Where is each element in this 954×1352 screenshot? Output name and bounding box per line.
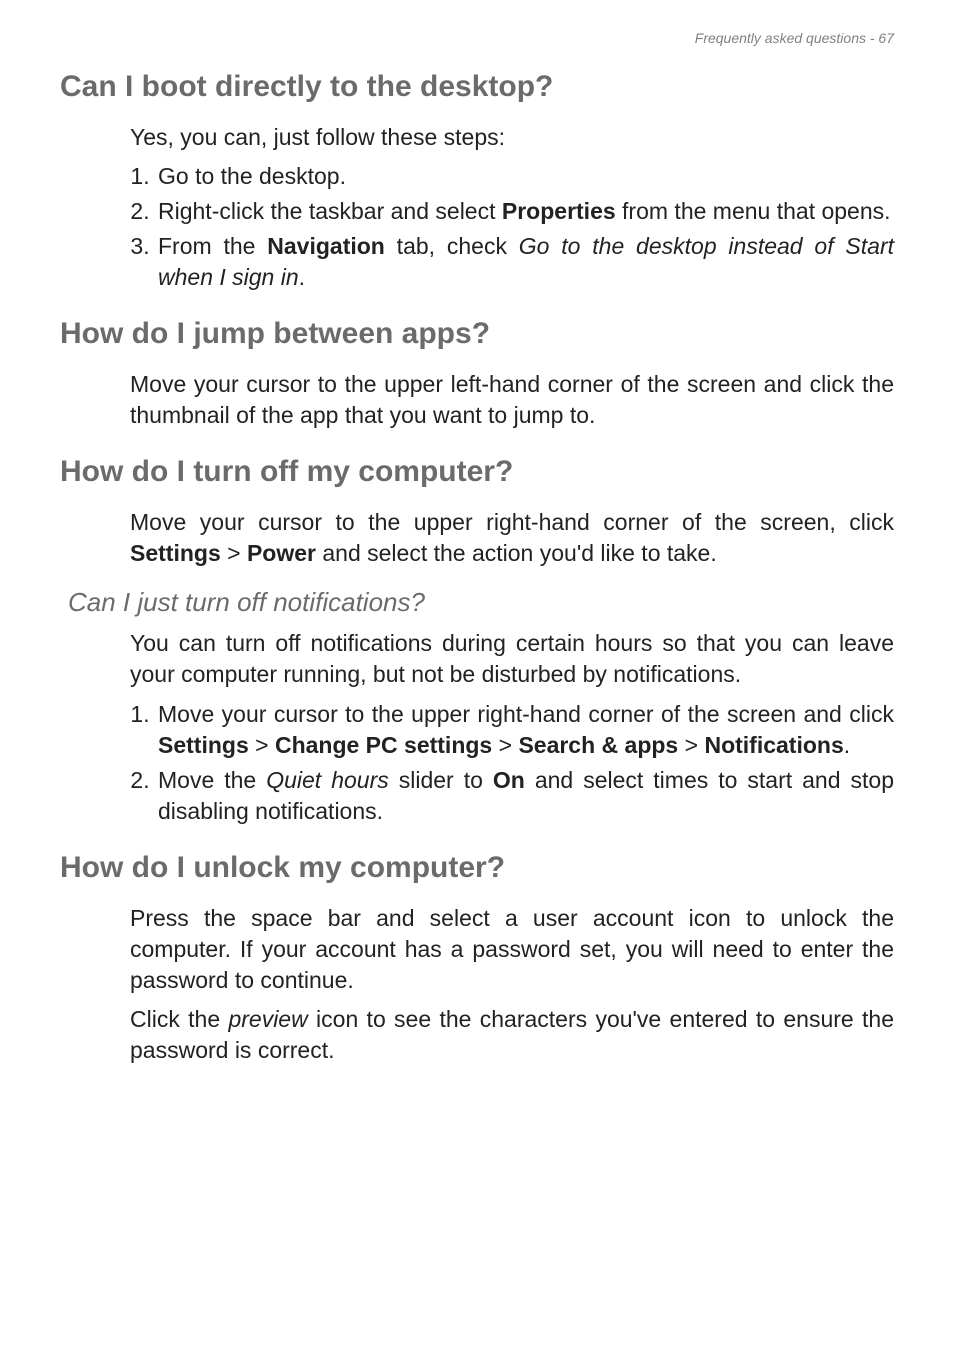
page: Frequently asked questions - 67 Can I bo… (0, 0, 954, 1352)
heading-boot-desktop: Can I boot directly to the desktop? (60, 70, 894, 104)
step-item: Go to the desktop. (156, 161, 894, 192)
italic-text: Quiet hours (266, 767, 389, 793)
paragraph: Move your cursor to the upper right-hand… (130, 507, 894, 569)
bold-text: Settings (158, 732, 249, 758)
steps-list: Go to the desktop. Right-click the taskb… (130, 161, 894, 293)
section-body: Press the space bar and select a user ac… (130, 903, 894, 1066)
text: Click the (130, 1006, 228, 1032)
bold-text: On (493, 767, 525, 793)
heading-turn-off-computer: How do I turn off my computer? (60, 455, 894, 489)
paragraph: Press the space bar and select a user ac… (130, 903, 894, 996)
bold-text: Power (247, 540, 316, 566)
subheading-turn-off-notifications: Can I just turn off notifications? (68, 587, 894, 618)
text: from the menu that opens. (616, 198, 891, 224)
step-item: Right-click the taskbar and select Prope… (156, 196, 894, 227)
text: Right-click the taskbar and select (158, 198, 502, 224)
step-item: Move your cursor to the upper right-hand… (156, 699, 894, 761)
bold-text: Properties (502, 198, 616, 224)
section-body: Move your cursor to the upper right-hand… (130, 507, 894, 569)
italic-text: preview (228, 1006, 307, 1032)
section-body: You can turn off notifications during ce… (130, 628, 894, 826)
bold-text: Navigation (267, 233, 385, 259)
text: and select the action you'd like to take… (316, 540, 717, 566)
step-item: From the Navigation tab, check Go to the… (156, 231, 894, 293)
paragraph: Click the preview icon to see the charac… (130, 1004, 894, 1066)
intro-text: Yes, you can, just follow these steps: (130, 122, 894, 153)
text: > (678, 732, 704, 758)
paragraph: You can turn off notifications during ce… (130, 628, 894, 690)
bold-text: Settings (130, 540, 221, 566)
text: tab, check (385, 233, 519, 259)
text: From the (158, 233, 267, 259)
heading-jump-apps: How do I jump between apps? (60, 317, 894, 351)
text: > (249, 732, 275, 758)
section-body: Yes, you can, just follow these steps: G… (130, 122, 894, 293)
bold-text: Notifications (704, 732, 843, 758)
step-item: Move the Quiet hours slider to On and se… (156, 765, 894, 827)
text: . (299, 264, 305, 290)
bold-text: Change PC settings (275, 732, 492, 758)
paragraph: Move your cursor to the upper left-hand … (130, 369, 894, 431)
text: Move your cursor to the upper right-hand… (130, 509, 894, 535)
bold-text: Search & apps (518, 732, 678, 758)
text: > (221, 540, 247, 566)
heading-unlock-computer: How do I unlock my computer? (60, 851, 894, 885)
running-header: Frequently asked questions - 67 (60, 30, 894, 46)
section-body: Move your cursor to the upper left-hand … (130, 369, 894, 431)
text: slider to (389, 767, 493, 793)
steps-list: Move your cursor to the upper right-hand… (130, 699, 894, 827)
text: . (844, 732, 850, 758)
text: > (492, 732, 518, 758)
text: Move your cursor to the upper right-hand… (158, 701, 894, 727)
text: Move the (158, 767, 266, 793)
